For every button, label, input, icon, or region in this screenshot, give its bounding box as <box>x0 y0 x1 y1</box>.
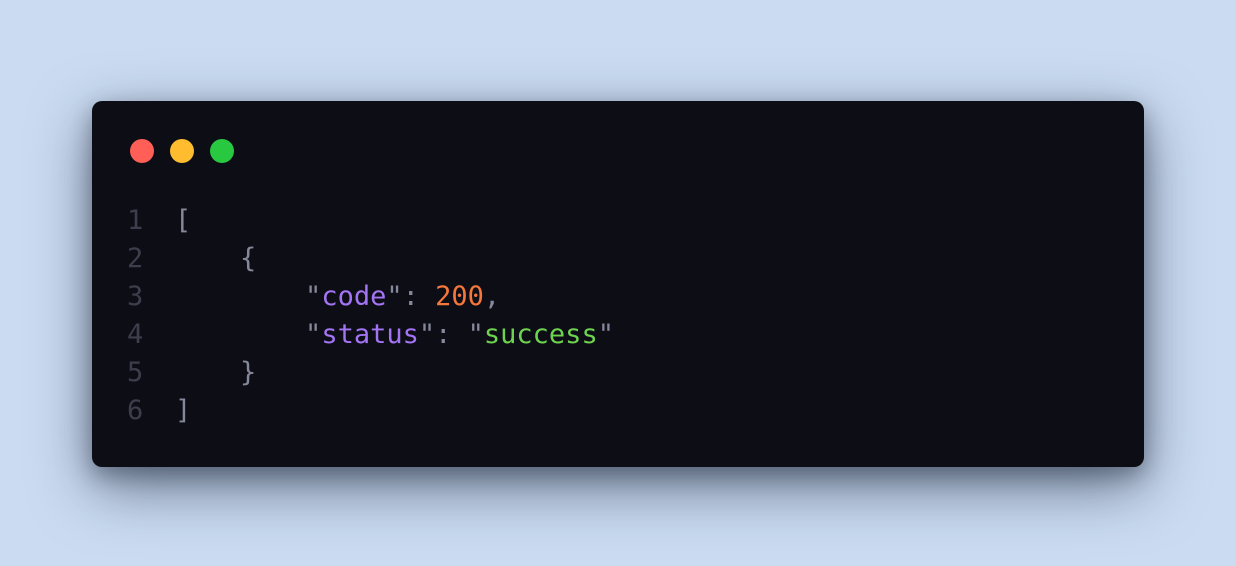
code-token-string: success <box>483 319 598 350</box>
code-token-key: status <box>321 319 419 350</box>
code-window: 1[2 {3 " code ": 200, 4 " status ": " success "… <box>92 101 1144 467</box>
line-number: 5 <box>127 357 144 388</box>
line-number: 3 <box>127 281 144 312</box>
code-token-punct: : <box>402 281 436 312</box>
minimize-icon[interactable] <box>170 139 194 163</box>
code-token-punct: ] <box>175 395 192 426</box>
code-token-punct: : <box>435 319 468 350</box>
code-token-punct: , <box>483 281 501 312</box>
code-line: 6] <box>127 392 614 430</box>
line-number: 4 <box>127 319 144 350</box>
code-token-punct: [ <box>175 205 192 236</box>
code-line: 4 " status ": " success " <box>127 316 614 354</box>
code-token-punct: " <box>418 319 436 350</box>
code-line: 1[ <box>127 202 614 240</box>
code-block: 1[2 {3 " code ": 200, 4 " status ": " success "… <box>127 202 614 430</box>
line-number: 2 <box>127 243 144 274</box>
close-icon[interactable] <box>130 139 154 163</box>
code-line: 3 " code ": 200, <box>127 278 614 316</box>
code-token-punct: " <box>305 281 322 312</box>
code-token-key: code <box>321 281 387 312</box>
code-token-punct: " <box>305 319 322 350</box>
code-token-punct: { <box>240 243 257 274</box>
code-token-punct: " <box>386 281 403 312</box>
page-background: 1[2 {3 " code ": 200, 4 " status ": " success "… <box>0 0 1236 566</box>
code-line: 2 { <box>127 240 614 278</box>
maximize-icon[interactable] <box>210 139 234 163</box>
code-token-punct: " <box>597 319 614 350</box>
line-number: 1 <box>127 205 144 236</box>
code-token-punct: } <box>240 357 257 388</box>
line-number: 6 <box>127 395 144 426</box>
code-token-punct: " <box>467 319 484 350</box>
code-token-number: 200 <box>435 281 484 312</box>
code-line: 5 } <box>127 354 614 392</box>
window-controls <box>130 139 234 163</box>
